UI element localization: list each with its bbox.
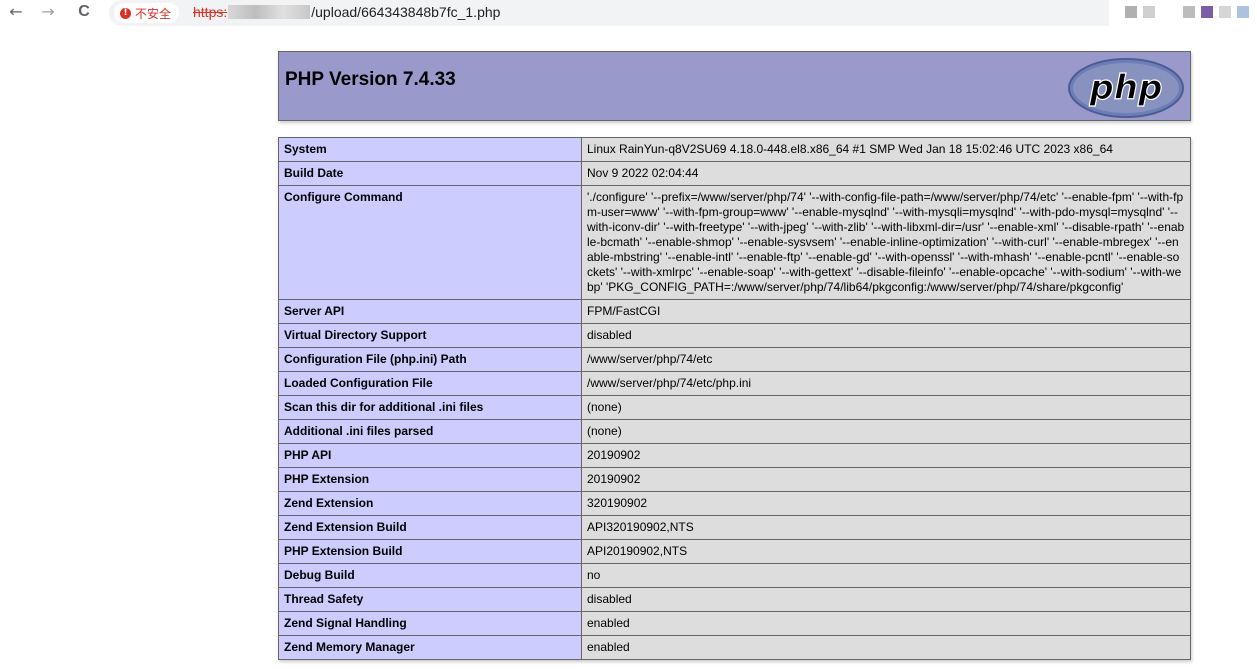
setting-value: (none) (581, 419, 1191, 444)
table-row: Server API FPM/FastCGI (278, 299, 1191, 324)
back-arrow-icon[interactable]: ← (6, 2, 26, 22)
setting-value: disabled (581, 323, 1191, 348)
php-logo-icon[interactable]: php (1067, 57, 1185, 119)
table-row: Thread Safety disabled (278, 587, 1191, 612)
page-title: PHP Version 7.4.33 (285, 69, 456, 90)
setting-name: Scan this dir for additional .ini files (278, 395, 582, 420)
browser-toolbar: ← → C ! 不安全 https: /upload/664343848b7fc… (0, 0, 1257, 27)
setting-value: Linux RainYun-q8V2SU69 4.18.0-448.el8.x8… (581, 137, 1191, 162)
setting-value: FPM/FastCGI (581, 299, 1191, 324)
setting-name: Zend Extension Build (278, 515, 582, 540)
extension-icon[interactable] (1219, 6, 1231, 18)
extension-icon[interactable] (1201, 6, 1213, 18)
table-row: Loaded Configuration File/www/server/php… (278, 371, 1191, 396)
setting-value: enabled (581, 635, 1191, 660)
phpinfo-container: PHP Version 7.4.33 php System Linux RainY… (278, 51, 1191, 660)
setting-name: Configure Command (278, 185, 582, 300)
setting-name: Server API (278, 299, 582, 324)
url-scheme: https: (193, 4, 228, 20)
table-row: Scan this dir for additional .ini files(… (278, 395, 1191, 420)
table-row: Virtual Directory Support disabled (278, 323, 1191, 348)
setting-name: Loaded Configuration File (278, 371, 582, 396)
setting-name: Zend Extension (278, 491, 582, 516)
reload-icon[interactable]: C (74, 2, 94, 22)
redacted-host (228, 5, 311, 19)
setting-name: Thread Safety (278, 587, 582, 612)
setting-name: Zend Memory Manager (278, 635, 582, 660)
setting-name: Virtual Directory Support (278, 323, 582, 348)
table-row: Debug Build no (278, 563, 1191, 588)
address-bar[interactable]: ! 不安全 https: /upload/664343848b7fc_1.php (109, 0, 1109, 26)
setting-value: Nov 9 2022 02:04:44 (581, 161, 1191, 186)
table-row: PHP Extension Build API20190902,NTS (278, 539, 1191, 564)
extension-icon[interactable] (1125, 6, 1137, 18)
setting-name: Debug Build (278, 563, 582, 588)
extension-icon[interactable] (1143, 6, 1155, 18)
setting-name: Build Date (278, 161, 582, 186)
table-row: Additional .ini files parsed (none) (278, 419, 1191, 444)
setting-name: PHP API (278, 443, 582, 468)
table-row: Zend Signal Handling enabled (278, 611, 1191, 636)
setting-value: /www/server/php/74/etc/php.ini (581, 371, 1191, 396)
table-row: PHP Extension 20190902 (278, 467, 1191, 492)
insecure-label: 不安全 (135, 6, 172, 21)
table-row: Configure Command './configure' '--prefix… (278, 185, 1191, 300)
table-row: PHP API 20190902 (278, 443, 1191, 468)
setting-value: no (581, 563, 1191, 588)
table-row: Zend Extension 320190902 (278, 491, 1191, 516)
table-row: Build Date Nov 9 2022 02:04:44 (278, 161, 1191, 186)
setting-name: PHP Extension Build (278, 539, 582, 564)
setting-value: enabled (581, 611, 1191, 636)
table-row: Zend Memory Manager enabled (278, 635, 1191, 660)
setting-name: PHP Extension (278, 467, 582, 492)
url-text[interactable]: https: /upload/664343848b7fc_1.php (193, 4, 500, 20)
setting-name: Zend Signal Handling (278, 611, 582, 636)
setting-value: './configure' '--prefix=/www/server/php/… (581, 185, 1191, 300)
security-indicator[interactable]: ! 不安全 (114, 3, 180, 23)
setting-value: 20190902 (581, 443, 1191, 468)
setting-value: /www/server/php/74/etc (581, 347, 1191, 372)
forward-arrow-icon[interactable]: → (38, 2, 58, 22)
url-path: /upload/664343848b7fc_1.php (311, 4, 501, 20)
setting-value: disabled (581, 587, 1191, 612)
table-row: System Linux RainYun-q8V2SU69 4.18.0-448.… (278, 137, 1191, 162)
phpinfo-table: System Linux RainYun-q8V2SU69 4.18.0-448.… (278, 137, 1191, 660)
phpinfo-header: PHP Version 7.4.33 php (278, 51, 1191, 121)
extension-icon[interactable] (1183, 6, 1195, 18)
table-row: Configuration File (php.ini) Path/www/se… (278, 347, 1191, 372)
setting-value: API320190902,NTS (581, 515, 1191, 540)
setting-value: 20190902 (581, 467, 1191, 492)
table-row: Zend Extension Build API320190902,NTS (278, 515, 1191, 540)
profile-icon[interactable] (1237, 6, 1249, 18)
setting-name: Configuration File (php.ini) Path (278, 347, 582, 372)
setting-value: 320190902 (581, 491, 1191, 516)
extension-icons (1125, 6, 1249, 18)
php-logo-text: php (1089, 68, 1163, 108)
warning-icon: ! (120, 7, 131, 19)
setting-value: (none) (581, 395, 1191, 420)
setting-value: API20190902,NTS (581, 539, 1191, 564)
setting-name: Additional .ini files parsed (278, 419, 582, 444)
setting-name: System (278, 137, 582, 162)
